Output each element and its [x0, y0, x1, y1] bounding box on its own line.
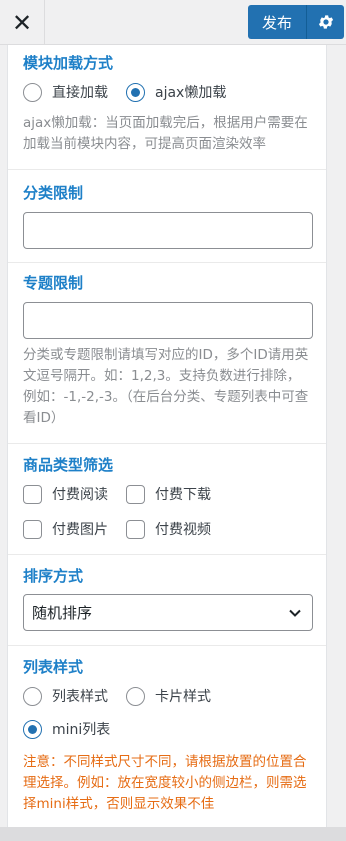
- sort-selected-value: 随机排序: [32, 604, 93, 622]
- radio-circle-selected: [23, 719, 42, 739]
- checkbox-label: 付费图片: [52, 522, 108, 538]
- topic-limit-description: 分类或专题限制请填写对应的ID，多个ID请用英文逗号隔开。如：1,2,3。支持负…: [23, 347, 309, 426]
- checkbox-box: [23, 519, 42, 539]
- checkbox-paid-video[interactable]: 付费视频: [126, 518, 211, 540]
- checkbox-label: 付费视频: [155, 522, 211, 538]
- radio-list-style[interactable]: 列表样式: [23, 685, 108, 707]
- topic-limit-section: 专题限制 分类或专题限制请填写对应的ID，多个ID请用英文逗号隔开。如：1,2,…: [8, 263, 326, 444]
- checkbox-box: [23, 484, 42, 504]
- sort-section: 排序方式 随机排序: [8, 555, 326, 646]
- list-style-section: 列表样式 列表样式 卡片样式 mini列表 注意：不同样式尺寸不同，请根据放置的…: [8, 646, 326, 827]
- sort-title: 排序方式: [23, 567, 84, 585]
- checkbox-box: [126, 484, 145, 504]
- sort-select[interactable]: 随机排序: [23, 594, 313, 631]
- checkbox-paid-read[interactable]: 付费阅读: [23, 483, 108, 505]
- customizer-header: ✕ 发布: [0, 0, 346, 45]
- publish-button[interactable]: 发布: [248, 5, 306, 39]
- publish-group: 发布: [248, 5, 344, 39]
- topic-limit-input[interactable]: [23, 302, 313, 339]
- checkbox-label: 付费阅读: [52, 487, 108, 503]
- load-mode-section: 模块加载方式 直接加载 ajax懒加载 ajax懒加载：当页面加载完后，根据用户…: [8, 45, 326, 170]
- settings-panel: 模块加载方式 直接加载 ajax懒加载 ajax懒加载：当页面加载完后，根据用户…: [7, 45, 327, 827]
- radio-card-style[interactable]: 卡片样式: [126, 685, 211, 707]
- list-style-title: 列表样式: [23, 658, 84, 676]
- checkbox-paid-download[interactable]: 付费下载: [126, 483, 211, 505]
- radio-direct-load[interactable]: 直接加载: [23, 81, 108, 103]
- scrollbar[interactable]: [331, 45, 346, 827]
- category-limit-input[interactable]: [23, 212, 313, 249]
- checkbox-label: 付费下载: [155, 487, 211, 503]
- radio-label: 列表样式: [52, 689, 108, 705]
- publish-settings-button[interactable]: [306, 5, 344, 39]
- radio-mini-list[interactable]: mini列表: [23, 718, 110, 740]
- radio-ajax-load[interactable]: ajax懒加载: [126, 81, 226, 103]
- footer-bar: [0, 827, 346, 841]
- close-icon: ✕: [11, 8, 33, 37]
- radio-label: ajax懒加载: [155, 85, 227, 101]
- radio-label: mini列表: [52, 722, 111, 738]
- load-mode-description: ajax懒加载：当页面加载完后，根据用户需要在加载当前模块内容，可提高页面渲染效…: [23, 115, 308, 152]
- radio-label: 直接加载: [52, 85, 108, 101]
- chevron-down-icon: [289, 609, 301, 617]
- product-type-section: 商品类型筛选 付费阅读 付费下载 付费图片 付费视频: [8, 444, 326, 555]
- list-style-notice: 注意：不同样式尺寸不同，请根据放置的位置合理选择。例如：放在宽度较小的侧边栏，则…: [23, 754, 307, 812]
- product-type-title: 商品类型筛选: [23, 456, 114, 474]
- topic-limit-title: 专题限制: [23, 274, 84, 292]
- category-limit-title: 分类限制: [23, 184, 84, 202]
- radio-circle: [126, 686, 145, 706]
- radio-circle: [23, 686, 42, 706]
- radio-circle: [23, 82, 42, 102]
- radio-label: 卡片样式: [155, 689, 211, 705]
- gear-icon: [318, 15, 333, 29]
- checkbox-paid-image[interactable]: 付费图片: [23, 518, 108, 540]
- checkbox-box: [126, 519, 145, 539]
- radio-circle-selected: [126, 82, 145, 102]
- category-limit-section: 分类限制: [8, 170, 326, 263]
- close-button[interactable]: ✕: [0, 0, 45, 45]
- load-mode-title: 模块加载方式: [23, 54, 114, 72]
